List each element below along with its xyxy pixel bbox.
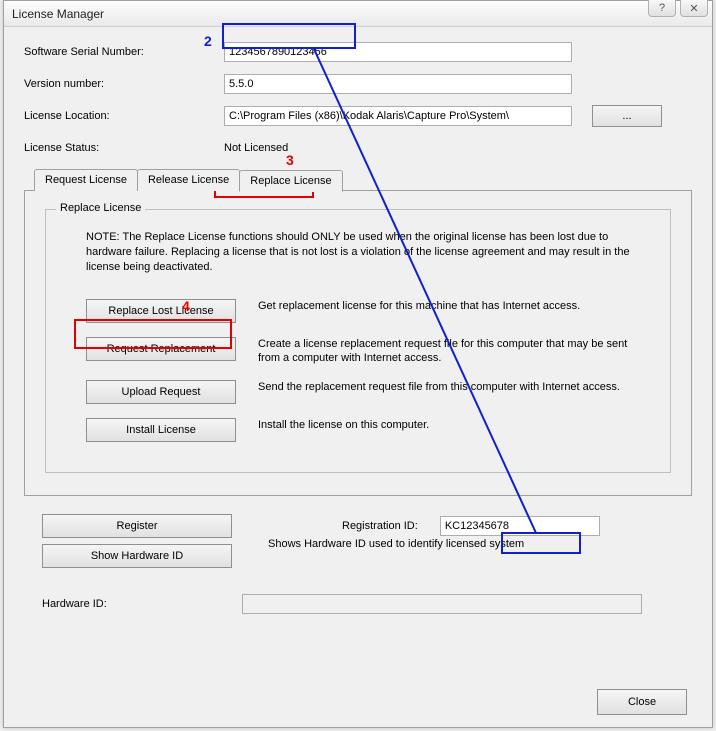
install-license-desc: Install the license on this computer. bbox=[258, 418, 648, 433]
register-button[interactable]: Register bbox=[42, 514, 232, 538]
status-label: License Status: bbox=[24, 142, 224, 154]
hardware-id-label: Hardware ID: bbox=[42, 598, 242, 610]
group-legend: Replace License bbox=[56, 202, 145, 214]
hardware-id-input bbox=[242, 594, 642, 614]
upload-request-desc: Send the replacement request file from t… bbox=[258, 380, 648, 395]
replace-license-group: Replace License NOTE: The Replace Licens… bbox=[45, 209, 671, 473]
close-button[interactable]: Close bbox=[597, 689, 687, 715]
registration-id-label: Registration ID: bbox=[342, 520, 418, 532]
version-label: Version number: bbox=[24, 78, 224, 90]
upload-request-button[interactable]: Upload Request bbox=[86, 380, 236, 404]
show-hw-desc: Shows Hardware ID used to identify licen… bbox=[268, 538, 524, 550]
tabbar: Request License Release License Replace … bbox=[34, 169, 692, 191]
browse-button[interactable]: ... bbox=[592, 105, 662, 127]
help-icon[interactable]: ? bbox=[648, 0, 676, 17]
serial-label: Software Serial Number: bbox=[24, 46, 224, 58]
close-icon[interactable]: ✕ bbox=[680, 0, 708, 17]
location-input[interactable] bbox=[224, 106, 572, 126]
replace-lost-license-button[interactable]: Replace Lost License bbox=[86, 299, 236, 323]
license-manager-dialog: License Manager ? ✕ Software Serial Numb… bbox=[3, 0, 713, 728]
show-hardware-id-button[interactable]: Show Hardware ID bbox=[42, 544, 232, 568]
window-title: License Manager bbox=[12, 7, 104, 21]
request-replacement-desc: Create a license replacement request fil… bbox=[258, 337, 648, 367]
tab-replace-license[interactable]: Replace License bbox=[239, 170, 342, 192]
titlebar: License Manager ? ✕ bbox=[4, 1, 712, 27]
replace-lost-desc: Get replacement license for this machine… bbox=[258, 299, 648, 314]
tab-release-license[interactable]: Release License bbox=[137, 169, 240, 191]
install-license-button[interactable]: Install License bbox=[86, 418, 236, 442]
registration-id-input[interactable] bbox=[440, 516, 600, 536]
request-replacement-button[interactable]: Request Replacement bbox=[86, 337, 236, 361]
location-label: License Location: bbox=[24, 110, 224, 122]
tab-pane-replace: Replace License NOTE: The Replace Licens… bbox=[24, 190, 692, 496]
version-input[interactable] bbox=[224, 74, 572, 94]
serial-input[interactable] bbox=[224, 42, 572, 62]
replace-note: NOTE: The Replace License functions shou… bbox=[86, 230, 648, 275]
tab-request-license[interactable]: Request License bbox=[34, 169, 138, 191]
status-value: Not Licensed bbox=[224, 142, 288, 154]
